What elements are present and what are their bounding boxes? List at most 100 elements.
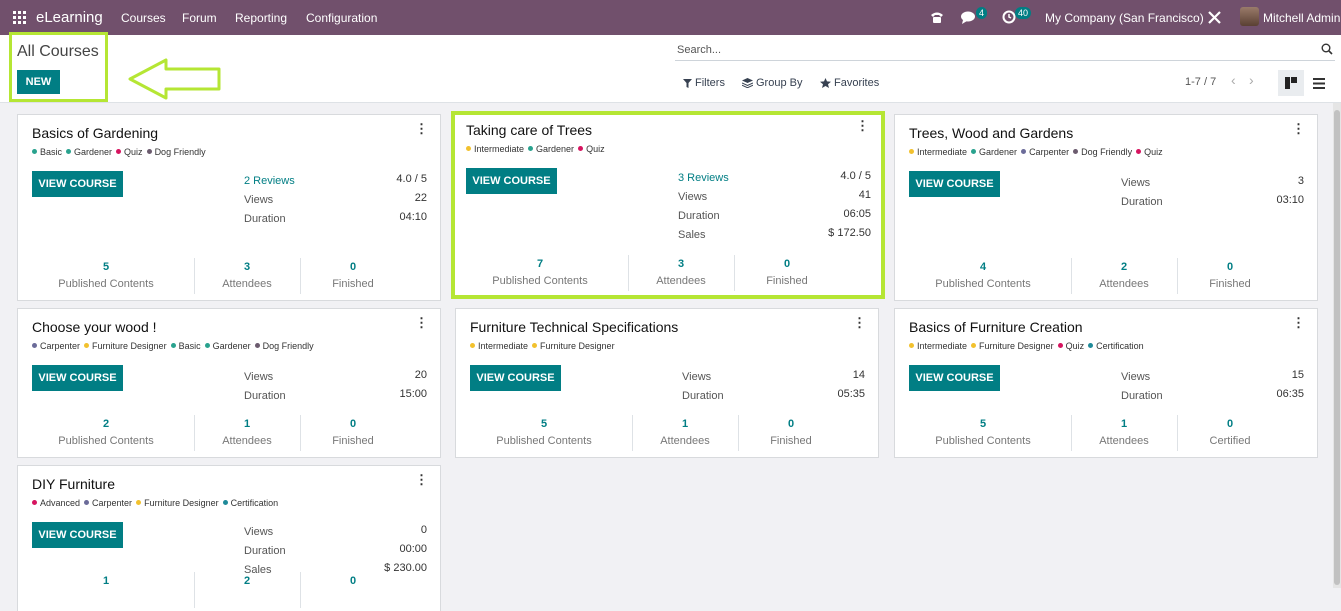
menu-forum[interactable]: Forum bbox=[182, 11, 217, 25]
course-title[interactable]: Furniture Technical Specifications bbox=[470, 319, 678, 335]
course-card[interactable]: Choose your wood ! ⋮ Carpenter Furniture De… bbox=[17, 308, 441, 458]
stat-label: Views bbox=[682, 371, 712, 383]
list-view-button[interactable] bbox=[1306, 70, 1332, 96]
attendees-stat[interactable]: 1 Attendees bbox=[632, 415, 738, 451]
tag-color-dot bbox=[222, 500, 228, 506]
menu-configuration[interactable]: Configuration bbox=[306, 11, 377, 25]
tag-label: Certification bbox=[230, 498, 279, 508]
attendees-stat[interactable]: 2 bbox=[194, 572, 300, 608]
course-card[interactable]: DIY Furniture ⋮ Advanced Carpenter Furniture… bbox=[17, 465, 441, 611]
finished-stat[interactable]: 0 Certified bbox=[1177, 415, 1283, 451]
course-card[interactable]: Basics of Furniture Creation ⋮ Intermediat… bbox=[894, 308, 1318, 458]
app-brand[interactable]: eLearning bbox=[36, 9, 103, 26]
finished-stat[interactable]: 0 Finished bbox=[300, 415, 406, 451]
course-stats-footer: 1 2 0 bbox=[18, 572, 440, 608]
attendees-stat[interactable]: 3 Attendees bbox=[628, 255, 734, 291]
card-menu-icon[interactable]: ⋮ bbox=[1292, 121, 1305, 137]
debug-tools-icon[interactable] bbox=[1207, 10, 1222, 25]
search-icon[interactable] bbox=[1321, 43, 1333, 55]
new-button[interactable]: NEW bbox=[17, 70, 60, 94]
clock-icon[interactable] bbox=[1002, 10, 1016, 24]
company-switcher[interactable]: My Company (San Francisco) bbox=[1045, 0, 1204, 35]
menu-courses[interactable]: Courses bbox=[121, 11, 166, 25]
view-course-button[interactable]: VIEW COURSE bbox=[470, 365, 561, 391]
published-contents-stat[interactable]: 7 Published Contents bbox=[452, 255, 628, 291]
card-menu-icon[interactable]: ⋮ bbox=[415, 315, 428, 331]
tag-color-dot bbox=[1088, 343, 1094, 349]
finished-stat[interactable]: 0 Finished bbox=[300, 258, 406, 294]
reviews-link[interactable]: 2 Reviews bbox=[244, 175, 295, 187]
tag-label: Basic bbox=[40, 147, 63, 157]
card-menu-icon[interactable]: ⋮ bbox=[415, 472, 428, 488]
group-by-button[interactable]: Group By bbox=[742, 77, 802, 89]
menu-reporting[interactable]: Reporting bbox=[235, 11, 287, 25]
kanban-view-button[interactable] bbox=[1278, 70, 1304, 96]
user-avatar[interactable] bbox=[1240, 7, 1259, 26]
course-tag: Gardener bbox=[204, 341, 251, 351]
course-title[interactable]: Choose your wood ! bbox=[32, 319, 157, 335]
stat-value: 4.0 / 5 bbox=[396, 173, 427, 185]
view-course-button[interactable]: VIEW COURSE bbox=[909, 365, 1000, 391]
stat-label: Views bbox=[244, 194, 274, 206]
view-course-button[interactable]: VIEW COURSE bbox=[909, 171, 1000, 197]
tag-label: Advanced bbox=[40, 498, 81, 508]
finished-stat[interactable]: 0 bbox=[300, 572, 406, 608]
card-menu-icon[interactable]: ⋮ bbox=[415, 121, 428, 137]
course-tag: Furniture Designer bbox=[532, 341, 615, 351]
course-tag: Gardener bbox=[66, 147, 112, 157]
pager-value[interactable]: 1-7 / 7 bbox=[1185, 76, 1216, 88]
attendees-stat[interactable]: 1 Attendees bbox=[194, 415, 300, 451]
published-contents-stat[interactable]: 2 Published Contents bbox=[18, 415, 194, 451]
tag-color-dot bbox=[528, 146, 534, 152]
view-course-button[interactable]: VIEW COURSE bbox=[466, 168, 557, 194]
finished-stat[interactable]: 0 Finished bbox=[1177, 258, 1283, 294]
view-course-button[interactable]: VIEW COURSE bbox=[32, 522, 123, 548]
finished-stat[interactable]: 0 Finished bbox=[734, 255, 840, 291]
card-menu-icon[interactable]: ⋮ bbox=[856, 118, 869, 134]
course-card[interactable]: Taking care of Trees ⋮ Intermediate Gardene… bbox=[451, 111, 885, 299]
phone-icon[interactable] bbox=[930, 11, 944, 24]
course-title[interactable]: Taking care of Trees bbox=[466, 122, 592, 138]
published-contents-stat[interactable]: 4 Published Contents bbox=[895, 258, 1071, 294]
filters-button[interactable]: Filters bbox=[683, 77, 725, 89]
course-tag: Intermediate bbox=[909, 147, 967, 157]
finished-stat[interactable]: 0 Finished bbox=[738, 415, 844, 451]
view-course-button[interactable]: VIEW COURSE bbox=[32, 171, 123, 197]
course-card[interactable]: Basics of Gardening ⋮ Basic Gardener Quiz Dog… bbox=[17, 114, 441, 301]
attendees-stat[interactable]: 3 Attendees bbox=[194, 258, 300, 294]
tag-color-dot bbox=[136, 500, 142, 506]
card-menu-icon[interactable]: ⋮ bbox=[853, 315, 866, 331]
tag-label: Gardener bbox=[74, 147, 113, 157]
card-menu-icon[interactable]: ⋮ bbox=[1292, 315, 1305, 331]
pager-next-icon[interactable]: › bbox=[1249, 72, 1254, 88]
user-name[interactable]: Mitchell Admin bbox=[1263, 0, 1340, 35]
attendees-stat[interactable]: 1 Attendees bbox=[1071, 415, 1177, 451]
course-title[interactable]: Basics of Gardening bbox=[32, 125, 158, 141]
favorites-button[interactable]: Favorites bbox=[820, 77, 879, 89]
tag-label: Quiz bbox=[586, 144, 605, 154]
scrollbar-thumb[interactable] bbox=[1334, 110, 1340, 585]
course-card[interactable]: Trees, Wood and Gardens ⋮ Intermediate Gard… bbox=[894, 114, 1318, 301]
stat-label: Views bbox=[678, 191, 708, 203]
course-card[interactable]: Furniture Technical Specifications ⋮ Inter… bbox=[455, 308, 879, 458]
course-title[interactable]: DIY Furniture bbox=[32, 476, 115, 492]
pager-previous-icon[interactable]: ‹ bbox=[1231, 72, 1236, 88]
published-contents-stat[interactable]: 5 Published Contents bbox=[895, 415, 1071, 451]
course-title[interactable]: Trees, Wood and Gardens bbox=[909, 125, 1073, 141]
apps-grid-icon[interactable] bbox=[13, 11, 26, 24]
search-bar bbox=[675, 41, 1335, 61]
chat-icon[interactable] bbox=[961, 11, 976, 24]
tag-label: Intermediate bbox=[917, 341, 968, 351]
attendees-stat[interactable]: 2 Attendees bbox=[1071, 258, 1177, 294]
published-contents-stat[interactable]: 1 bbox=[18, 572, 194, 608]
published-contents-stat[interactable]: 5 Published Contents bbox=[456, 415, 632, 451]
course-tags: Intermediate Gardener Quiz bbox=[466, 144, 609, 154]
footer-divider bbox=[300, 572, 301, 608]
reviews-link[interactable]: 3 Reviews bbox=[678, 172, 729, 184]
search-input[interactable] bbox=[675, 41, 1315, 59]
published-contents-stat[interactable]: 5 Published Contents bbox=[18, 258, 194, 294]
tag-color-dot bbox=[1057, 343, 1063, 349]
course-title[interactable]: Basics of Furniture Creation bbox=[909, 319, 1083, 335]
tag-color-dot bbox=[909, 343, 914, 349]
view-course-button[interactable]: VIEW COURSE bbox=[32, 365, 123, 391]
